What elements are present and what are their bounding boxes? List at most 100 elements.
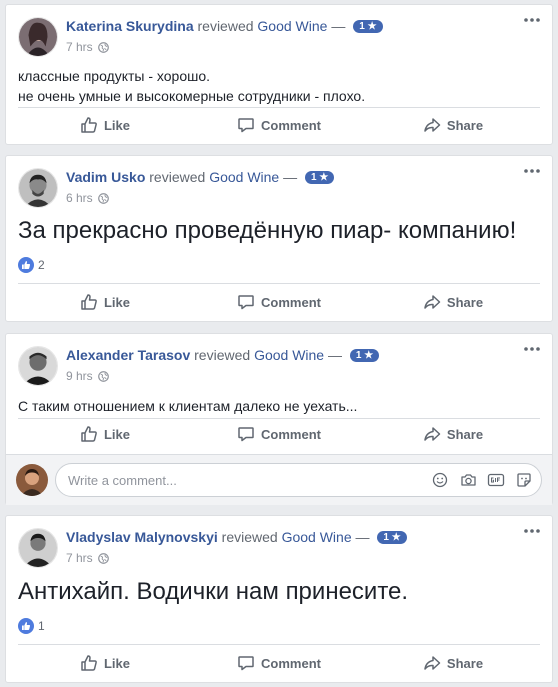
reaction-summary[interactable]: 1 [18, 618, 45, 634]
like-button[interactable]: Like [18, 647, 192, 679]
share-button[interactable]: Share [366, 286, 540, 318]
avatar[interactable] [18, 168, 58, 208]
comment-placeholder: Write a comment... [68, 473, 177, 488]
sticker-icon[interactable] [515, 471, 533, 489]
author-name[interactable]: Vadim Usko [66, 169, 145, 185]
review-card-2: Vadim Usko reviewed Good Wine — 1 ★ 6 hr… [5, 155, 553, 322]
rating-badge: 1 ★ [349, 349, 380, 362]
like-label: Like [103, 655, 130, 671]
like-button[interactable]: Like [18, 418, 192, 450]
comment-button[interactable]: Comment [192, 109, 366, 141]
comment-composer: Write a comment... [6, 454, 552, 505]
share-label: Share [446, 426, 484, 442]
author-name[interactable]: Vladyslav Malynovskyi [66, 529, 218, 545]
comment-label: Comment [261, 426, 321, 442]
current-user-avatar [16, 464, 48, 496]
page-link[interactable]: Good Wine [282, 529, 352, 545]
more-icon[interactable] [522, 164, 542, 176]
like-reaction-icon [18, 618, 34, 634]
divider [18, 283, 540, 284]
action-bar: Like Comment Share [18, 109, 540, 141]
comment-button[interactable]: Comment [192, 647, 366, 679]
review-text: классные продукты - хорошо. не очень умн… [18, 66, 365, 106]
review-header: Vladyslav Malynovskyi reviewed Good Wine… [6, 516, 552, 574]
like-button[interactable]: Like [18, 109, 192, 141]
review-title-line: Katerina Skurydina reviewed Good Wine — … [66, 18, 383, 34]
share-label: Share [446, 117, 484, 133]
reaction-summary[interactable]: 2 [18, 257, 45, 273]
like-count: 1 [38, 619, 45, 633]
comment-button[interactable]: Comment [192, 418, 366, 450]
review-header: Vadim Usko reviewed Good Wine — 1 ★ 6 hr… [6, 156, 552, 214]
action-bar: Like Comment Share [18, 647, 540, 679]
globe-icon [97, 370, 109, 382]
dash: — [283, 169, 298, 185]
post-meta: 7 hrs [66, 40, 109, 54]
dash: — [328, 347, 342, 363]
globe-icon [97, 192, 109, 204]
share-label: Share [446, 655, 484, 671]
share-icon [424, 427, 441, 441]
action-bar: Like Comment Share [18, 286, 540, 318]
comment-input[interactable]: Write a comment... [55, 463, 542, 497]
share-button[interactable]: Share [366, 647, 540, 679]
globe-icon [97, 41, 109, 53]
divider [18, 107, 540, 108]
share-label: Share [446, 294, 484, 310]
more-icon[interactable] [522, 342, 542, 354]
share-icon [424, 656, 441, 670]
camera-icon[interactable] [459, 471, 477, 489]
comment-icon [238, 118, 254, 133]
avatar[interactable] [18, 346, 58, 386]
review-verb: reviewed [194, 347, 251, 363]
emoji-icon[interactable] [431, 471, 449, 489]
author-name[interactable]: Alexander Tarasov [66, 347, 190, 363]
more-icon[interactable] [522, 13, 542, 25]
like-icon [81, 117, 97, 133]
like-label: Like [103, 294, 130, 310]
review-header: Katerina Skurydina reviewed Good Wine — … [6, 5, 552, 63]
timestamp[interactable]: 7 hrs [66, 551, 93, 565]
comment-button[interactable]: Comment [192, 286, 366, 318]
review-card-4: Vladyslav Malynovskyi reviewed Good Wine… [5, 515, 553, 683]
review-verb: reviewed [149, 169, 206, 185]
author-name[interactable]: Katerina Skurydina [66, 18, 194, 34]
avatar[interactable] [18, 17, 58, 57]
post-meta: 7 hrs [66, 551, 109, 565]
review-title-line: Vadim Usko reviewed Good Wine — 1 ★ [66, 169, 335, 185]
divider [18, 644, 540, 645]
globe-icon [97, 552, 109, 564]
page-link[interactable]: Good Wine [257, 18, 327, 34]
rating-badge: 1 ★ [377, 531, 407, 544]
comment-label: Comment [261, 294, 321, 310]
rating-badge: 1 ★ [305, 171, 335, 184]
like-count: 2 [38, 258, 45, 272]
review-header: Alexander Tarasov reviewed Good Wine — 1… [6, 334, 552, 392]
avatar[interactable] [18, 528, 58, 568]
post-meta: 9 hrs [66, 369, 109, 383]
page-link[interactable]: Good Wine [209, 169, 279, 185]
review-title-line: Vladyslav Malynovskyi reviewed Good Wine… [66, 529, 407, 545]
share-icon [424, 295, 441, 309]
like-label: Like [103, 117, 130, 133]
review-text-line: классные продукты - хорошо. [18, 68, 211, 84]
rating-badge: 1 ★ [353, 20, 383, 33]
like-button[interactable]: Like [18, 286, 192, 318]
review-verb: reviewed [221, 529, 278, 545]
comment-label: Comment [261, 117, 321, 133]
timestamp[interactable]: 6 hrs [66, 191, 93, 205]
timestamp[interactable]: 7 hrs [66, 40, 93, 54]
comment-icon [238, 295, 254, 310]
comment-icon [238, 656, 254, 671]
more-icon[interactable] [522, 524, 542, 536]
review-text: За прекрасно проведённую пиар- компанию! [18, 217, 517, 244]
review-text-line: не очень умные и высокомерные сотрудники… [18, 88, 366, 104]
timestamp[interactable]: 9 hrs [66, 369, 93, 383]
review-text: С таким отношением к клиентам далеко не … [18, 398, 358, 414]
review-title-line: Alexander Tarasov reviewed Good Wine — 1… [66, 347, 380, 363]
share-button[interactable]: Share [366, 418, 540, 450]
share-button[interactable]: Share [366, 109, 540, 141]
page-link[interactable]: Good Wine [254, 347, 324, 363]
post-meta: 6 hrs [66, 191, 109, 205]
gif-icon[interactable] [487, 471, 505, 489]
